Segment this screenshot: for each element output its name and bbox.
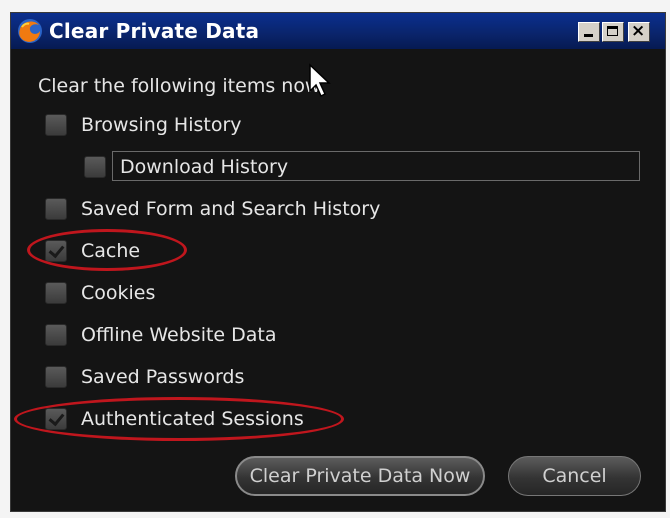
checkbox[interactable] — [45, 114, 67, 136]
cancel-button[interactable]: Cancel — [508, 456, 641, 496]
intro-label: Clear the following items now — [38, 75, 321, 97]
checkbox[interactable] — [45, 366, 67, 388]
cache-highlight-annotation — [27, 229, 187, 271]
sessions-highlight-annotation — [14, 397, 344, 441]
maximize-button[interactable] — [602, 22, 624, 42]
checkbox-download-history[interactable]: Download History — [84, 156, 288, 178]
checkbox-label: Download History — [120, 156, 289, 178]
checkbox[interactable] — [45, 324, 67, 346]
checkbox-label: Offline Website Data — [81, 324, 277, 346]
checkbox-label: Saved Form and Search History — [81, 198, 381, 220]
window-title: Clear Private Data — [49, 19, 260, 43]
clear-private-data-now-button[interactable]: Clear Private Data Now — [235, 456, 485, 496]
checkbox-saved-form-history[interactable]: Saved Form and Search History — [45, 198, 380, 220]
minimize-button[interactable] — [578, 22, 600, 42]
checkbox-offline-website-data[interactable]: Offline Website Data — [45, 324, 277, 346]
close-button[interactable]: × — [628, 21, 650, 42]
mouse-pointer-icon — [309, 63, 331, 98]
close-icon: × — [631, 21, 646, 41]
checkbox-browsing-history[interactable]: Browsing History — [45, 114, 242, 136]
clear-private-data-dialog: Clear Private Data × Clear the following… — [10, 12, 666, 512]
checkbox-label: Browsing History — [81, 114, 242, 136]
title-bar[interactable]: Clear Private Data × — [11, 13, 665, 49]
firefox-icon — [18, 19, 42, 43]
checkbox-label: Cookies — [81, 282, 156, 304]
checkbox-cookies[interactable]: Cookies — [45, 282, 155, 304]
checkbox[interactable] — [84, 156, 106, 178]
minimize-icon — [584, 34, 593, 37]
checkbox[interactable] — [45, 282, 67, 304]
checkbox-saved-passwords[interactable]: Saved Passwords — [45, 366, 244, 388]
maximize-icon — [607, 26, 618, 36]
checkbox-label: Saved Passwords — [81, 366, 245, 388]
checkbox[interactable] — [45, 198, 67, 220]
